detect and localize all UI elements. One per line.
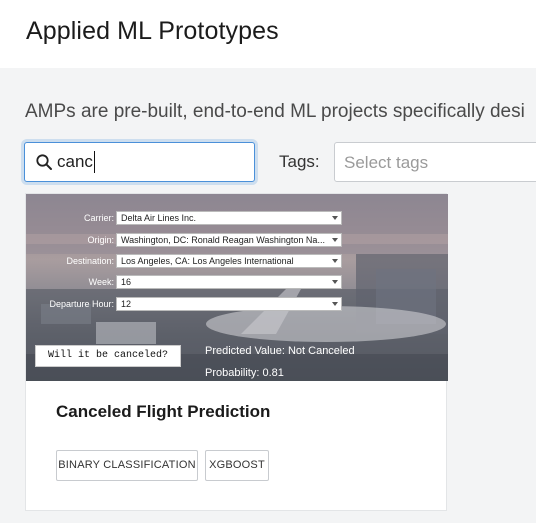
week-value: 16 <box>121 277 132 287</box>
chevron-down-icon <box>332 238 338 242</box>
chevron-down-icon <box>332 280 338 284</box>
week-select: 16 <box>116 275 342 289</box>
predicted-value: Predicted Value: Not Canceled <box>205 345 355 357</box>
chevron-down-icon <box>332 259 338 263</box>
destination-label: Destination: <box>66 256 114 266</box>
tags-placeholder: Select tags <box>344 153 429 172</box>
carrier-label: Carrier: <box>83 213 114 223</box>
tag-xgboost[interactable]: XGBOOST <box>205 450 269 481</box>
destination-select: Los Angeles, CA: Los Angeles Internation… <box>116 254 342 268</box>
tags-select[interactable]: Select tags <box>334 142 536 182</box>
form-row-origin: Origin: Washington, DC: Ronald Reagan Wa… <box>26 233 448 247</box>
search-input[interactable] <box>57 149 247 175</box>
tags-label: Tags: <box>279 152 320 171</box>
tag-binary-classification[interactable]: BINARY CLASSIFICATION <box>56 450 198 481</box>
departure-hour-select: 12 <box>116 297 342 311</box>
page-header: Applied ML Prototypes <box>0 0 536 68</box>
form-row-departure-hour: Departure Hour: 12 <box>26 297 448 311</box>
predict-button: Will it be canceled? <box>35 345 181 367</box>
form-row-destination: Destination: Los Angeles, CA: Los Angele… <box>26 254 448 268</box>
carrier-value: Delta Air Lines Inc. <box>121 213 197 223</box>
chevron-down-icon <box>332 302 338 306</box>
chevron-down-icon <box>332 216 338 220</box>
destination-value: Los Angeles, CA: Los Angeles Internation… <box>121 256 294 266</box>
form-row-week: Week: 16 <box>26 275 448 289</box>
card-image: Carrier: Delta Air Lines Inc. Origin: Wa… <box>26 194 448 381</box>
search-icon <box>35 153 53 171</box>
carrier-select: Delta Air Lines Inc. <box>116 211 342 225</box>
probability: Probability: 0.81 <box>205 367 284 379</box>
origin-value: Washington, DC: Ronald Reagan Washington… <box>121 235 325 245</box>
origin-select: Washington, DC: Ronald Reagan Washington… <box>116 233 342 247</box>
origin-label: Origin: <box>87 235 114 245</box>
form-row-carrier: Carrier: Delta Air Lines Inc. <box>26 211 448 225</box>
card-title[interactable]: Canceled Flight Prediction <box>56 402 270 422</box>
departure-hour-value: 12 <box>121 299 132 309</box>
search-box[interactable] <box>24 142 255 182</box>
text-caret <box>94 151 95 173</box>
amp-card[interactable]: Carrier: Delta Air Lines Inc. Origin: Wa… <box>25 193 448 511</box>
page-title: Applied ML Prototypes <box>26 17 279 45</box>
departure-hour-label: Departure Hour: <box>49 299 114 309</box>
page-description: AMPs are pre-built, end-to-end ML projec… <box>25 101 525 122</box>
week-label: Week: <box>88 277 114 287</box>
